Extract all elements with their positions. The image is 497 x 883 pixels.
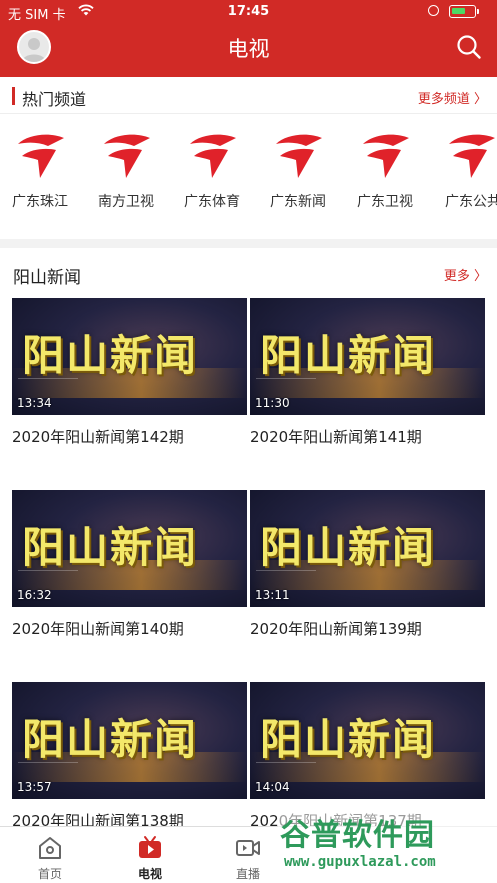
channel-item[interactable]: 南方卫视	[86, 125, 166, 225]
gdtv-logo-icon	[449, 134, 495, 178]
video-duration: 13:11	[255, 588, 290, 602]
thumbnail-title-art: 阳山新闻	[22, 523, 199, 572]
video-title[interactable]: 2020年阳山新闻第142期	[12, 426, 184, 447]
search-icon[interactable]	[456, 34, 482, 60]
home-icon	[39, 837, 61, 859]
thumbnail-title-art: 阳山新闻	[22, 331, 199, 380]
tab-home-label: 首页	[37, 867, 62, 881]
video-thumbnail[interactable]: 阳山新闻 13:11	[250, 490, 485, 607]
video-duration: 13:34	[17, 396, 52, 410]
channel-item[interactable]: 广东体育	[172, 125, 252, 225]
hot-channels-title: 热门频道	[22, 90, 87, 109]
video-title[interactable]: 2020年阳山新闻第140期	[12, 618, 184, 639]
site-watermark: 谷普软件园 www.gupuxlazal.com	[278, 808, 497, 883]
more-news-link[interactable]: 更多 〉	[444, 265, 487, 284]
thumbnail-title-art: 阳山新闻	[260, 331, 437, 380]
news-header: 阳山新闻 更多 〉	[0, 255, 497, 291]
channel-name: 广东新闻	[270, 194, 326, 210]
channel-item[interactable]: 广东公共	[431, 125, 497, 225]
section-accent-bar	[12, 87, 15, 105]
status-bar: 无 SIM 卡 17:45	[0, 0, 497, 24]
orientation-lock-icon	[428, 5, 439, 16]
tab-tv-label: 电视	[137, 867, 162, 881]
channel-name: 广东珠江	[12, 194, 68, 210]
video-duration: 14:04	[255, 780, 290, 794]
video-thumbnail[interactable]: 阳山新闻 14:04	[250, 682, 485, 799]
tab-home[interactable]: 首页	[0, 827, 100, 883]
thumbnail-title-art: 阳山新闻	[260, 715, 437, 764]
video-title[interactable]: 2020年阳山新闻第139期	[250, 618, 422, 639]
gdtv-logo-icon	[104, 134, 150, 178]
video-camera-icon	[236, 840, 260, 856]
hot-channels-header: 热门频道 更多频道 〉	[0, 78, 497, 114]
gdtv-logo-icon	[18, 134, 64, 178]
battery-tip	[477, 9, 479, 14]
battery-icon	[449, 5, 476, 18]
channel-name: 广东体育	[184, 194, 240, 210]
video-duration: 11:30	[255, 396, 290, 410]
video-thumbnail[interactable]: 阳山新闻 13:57	[12, 682, 247, 799]
gdtv-logo-icon	[276, 134, 322, 178]
gdtv-logo-icon	[190, 134, 236, 178]
watermark-url: www.gupuxlazal.com	[284, 854, 436, 870]
channel-name: 南方卫视	[98, 194, 154, 210]
channel-list[interactable]: 广东珠江 南方卫视 广东体育 广东新闻 广东卫视 广东公共	[0, 125, 497, 225]
video-thumbnail[interactable]: 阳山新闻 13:34	[12, 298, 247, 415]
channel-name: 广东公共	[445, 194, 497, 210]
watermark-logo-text: 谷普软件园	[280, 818, 435, 853]
status-time: 17:45	[227, 4, 270, 19]
channel-name: 广东卫视	[357, 194, 413, 210]
channel-item[interactable]: 广东珠江	[0, 125, 80, 225]
thumbnail-title-art: 阳山新闻	[22, 715, 199, 764]
tv-icon	[139, 836, 161, 858]
more-channels-link[interactable]: 更多频道 〉	[418, 88, 487, 107]
video-duration: 13:57	[17, 780, 52, 794]
video-thumbnail[interactable]: 阳山新闻 16:32	[12, 490, 247, 607]
section-divider	[0, 239, 497, 248]
video-title[interactable]: 2020年阳山新闻第141期	[250, 426, 422, 447]
tab-tv[interactable]: 电视	[100, 827, 200, 883]
channel-item[interactable]: 广东卫视	[345, 125, 425, 225]
video-duration: 16:32	[17, 588, 52, 602]
news-section-title: 阳山新闻	[13, 268, 81, 288]
video-thumbnail[interactable]: 阳山新闻 11:30	[250, 298, 485, 415]
top-bar: 无 SIM 卡 17:45 电视	[0, 0, 497, 77]
gdtv-logo-icon	[363, 134, 409, 178]
page-title: 电视	[227, 37, 270, 61]
channel-item[interactable]: 广东新闻	[258, 125, 338, 225]
thumbnail-title-art: 阳山新闻	[260, 523, 437, 572]
